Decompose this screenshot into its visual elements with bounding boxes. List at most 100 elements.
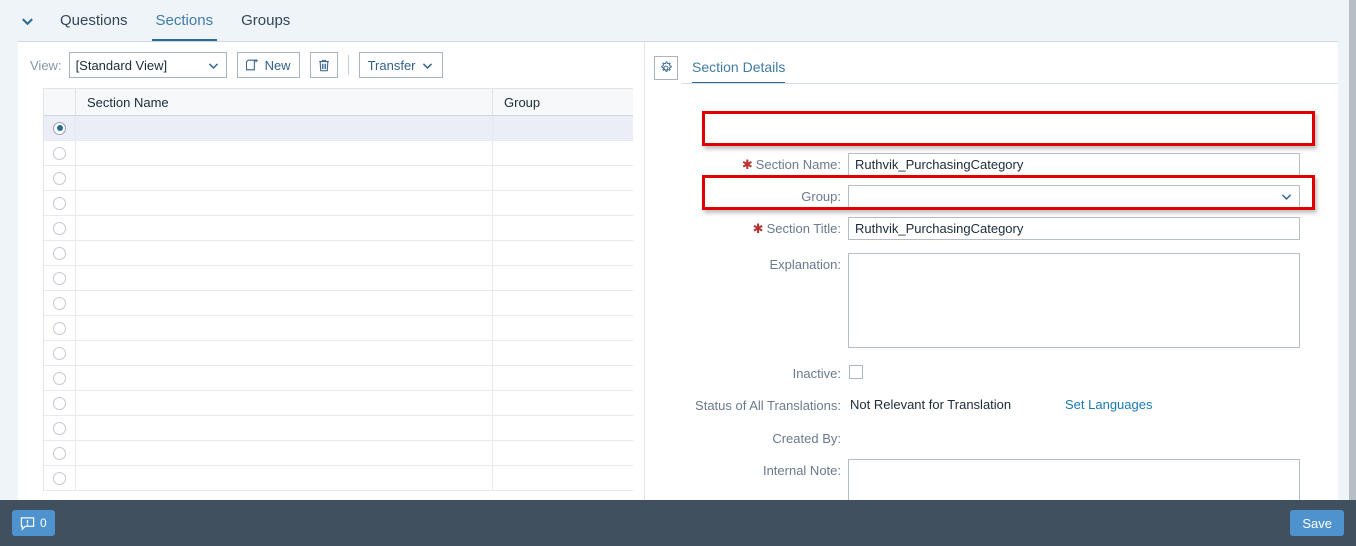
cell-section-name xyxy=(76,116,493,140)
table-row[interactable] xyxy=(44,216,633,241)
tab-questions[interactable]: Questions xyxy=(46,1,142,42)
label-explanation: Explanation: xyxy=(769,257,841,272)
table-row[interactable] xyxy=(44,116,633,141)
cell-section-name xyxy=(76,191,493,215)
row-radio-button[interactable] xyxy=(53,221,66,235)
cell-group xyxy=(493,416,633,440)
row-select-cell[interactable] xyxy=(44,166,76,190)
row-select-cell[interactable] xyxy=(44,316,76,340)
section-title-input[interactable]: Ruthvik_PurchasingCategory xyxy=(848,217,1300,240)
cell-group xyxy=(493,291,633,315)
label-section-title: ✱ Section Title: xyxy=(752,221,841,236)
table-row[interactable] xyxy=(44,416,633,441)
row-select-cell[interactable] xyxy=(44,466,76,490)
row-radio-button[interactable] xyxy=(53,471,66,485)
chevron-down-icon[interactable] xyxy=(18,12,36,30)
inactive-checkbox[interactable] xyxy=(849,365,863,379)
row-select-cell[interactable] xyxy=(44,266,76,290)
table-row[interactable] xyxy=(44,141,633,166)
row-select-cell[interactable] xyxy=(44,366,76,390)
row-radio-button[interactable] xyxy=(53,296,66,310)
transfer-button[interactable]: Transfer xyxy=(358,52,443,78)
row-radio-button[interactable] xyxy=(53,396,66,410)
table-row[interactable] xyxy=(44,341,633,366)
row-radio-button[interactable] xyxy=(53,171,66,185)
tab-groups[interactable]: Groups xyxy=(227,1,304,42)
new-button[interactable]: New xyxy=(236,52,300,78)
group-select[interactable] xyxy=(848,185,1300,208)
label-status-of-all-translations: Status of All Translations: xyxy=(695,398,841,413)
save-button[interactable]: Save xyxy=(1290,510,1344,536)
row-select-cell[interactable] xyxy=(44,116,76,140)
cell-section-name xyxy=(76,341,493,365)
settings-button[interactable] xyxy=(654,56,678,80)
trash-icon xyxy=(318,59,329,71)
details-header-rule xyxy=(682,83,1338,84)
label-inactive: Inactive: xyxy=(792,366,841,381)
cell-section-name xyxy=(76,416,493,440)
set-languages-link[interactable]: Set Languages xyxy=(1065,394,1152,412)
table-row[interactable] xyxy=(44,366,633,391)
message-indicator[interactable]: 0 xyxy=(12,510,55,536)
row-select-cell[interactable] xyxy=(44,391,76,415)
cell-group xyxy=(493,266,633,290)
page-scrollbar[interactable] xyxy=(1349,0,1356,500)
row-select-cell[interactable] xyxy=(44,141,76,165)
row-radio-button[interactable] xyxy=(53,421,66,435)
row-radio-button[interactable] xyxy=(53,196,66,210)
row-radio-button[interactable] xyxy=(53,246,66,260)
chevron-down-icon xyxy=(422,62,432,69)
table-row[interactable] xyxy=(44,466,633,491)
row-radio-button[interactable] xyxy=(53,346,66,360)
cell-group xyxy=(493,441,633,465)
row-select-cell[interactable] xyxy=(44,416,76,440)
row-select-cell[interactable] xyxy=(44,341,76,365)
table-row[interactable] xyxy=(44,166,633,191)
chevron-down-icon xyxy=(1281,194,1292,200)
row-select-cell[interactable] xyxy=(44,441,76,465)
row-select-cell[interactable] xyxy=(44,241,76,265)
cell-group xyxy=(493,466,633,490)
table-row[interactable] xyxy=(44,191,633,216)
row-radio-button[interactable] xyxy=(53,371,66,385)
cell-group xyxy=(493,316,633,340)
explanation-textarea[interactable] xyxy=(848,253,1300,348)
cell-group xyxy=(493,241,633,265)
row-radio-button[interactable] xyxy=(53,271,66,285)
details-header: Section Details xyxy=(645,52,1338,84)
row-select-cell[interactable] xyxy=(44,291,76,315)
internal-note-textarea[interactable] xyxy=(848,459,1300,500)
table-row[interactable] xyxy=(44,291,633,316)
table-row[interactable] xyxy=(44,241,633,266)
cell-group xyxy=(493,166,633,190)
top-tab-strip: Questions Sections Groups xyxy=(0,0,1356,42)
list-toolbar: View: [Standard View] New Transfer xyxy=(18,42,633,88)
gear-icon xyxy=(661,61,672,72)
row-select-cell[interactable] xyxy=(44,216,76,240)
row-radio-button[interactable] xyxy=(53,121,66,135)
row-radio-button[interactable] xyxy=(53,446,66,460)
sections-list-pane: View: [Standard View] New Transfer Secti… xyxy=(18,42,633,500)
label-internal-note: Internal Note: xyxy=(762,463,841,478)
cell-group xyxy=(493,191,633,215)
new-button-label: New xyxy=(264,57,291,73)
row-radio-button[interactable] xyxy=(53,321,66,335)
message-alert-icon xyxy=(20,516,35,531)
table-row[interactable] xyxy=(44,391,633,416)
application-window: Questions Sections Groups View: [Standar… xyxy=(0,0,1356,546)
view-select[interactable]: [Standard View] xyxy=(68,52,227,78)
table-row[interactable] xyxy=(44,441,633,466)
tab-section-details[interactable]: Section Details xyxy=(692,53,789,84)
content-card: View: [Standard View] New Transfer Secti… xyxy=(18,41,1338,500)
cell-group xyxy=(493,366,633,390)
table-row[interactable] xyxy=(44,266,633,291)
required-indicator: ✱ xyxy=(752,221,764,236)
table-row[interactable] xyxy=(44,316,633,341)
row-select-cell[interactable] xyxy=(44,191,76,215)
field-row-group: Group: xyxy=(645,185,1338,208)
row-radio-button[interactable] xyxy=(53,146,66,160)
delete-button[interactable] xyxy=(309,52,338,78)
tab-sections[interactable]: Sections xyxy=(142,1,228,42)
section-details-pane: Section Details ✱ Section Name: Ruthvik_P… xyxy=(645,42,1338,500)
section-name-input[interactable]: Ruthvik_PurchasingCategory xyxy=(848,153,1300,176)
